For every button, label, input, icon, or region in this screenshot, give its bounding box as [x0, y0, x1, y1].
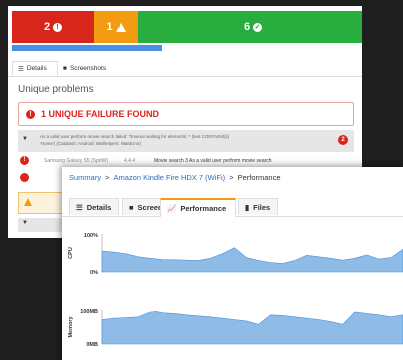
tab-screenshots[interactable]: ■ Screenshots	[58, 61, 120, 76]
tab-details[interactable]: ☰ Details	[12, 61, 58, 76]
list-icon: ☰	[76, 202, 83, 212]
os-version: 4.4.4	[124, 158, 136, 164]
file-icon: ▮	[245, 202, 250, 212]
back-tab-bar: ☰ Details ■ Screenshots	[8, 58, 362, 77]
y-axis-label: CPU	[68, 247, 74, 259]
progress-bar-track	[162, 45, 362, 51]
caret-down-icon[interactable]: ▼	[22, 220, 28, 226]
cpu-area-series	[101, 247, 403, 273]
tab-label: Performance	[180, 204, 227, 213]
tab-files[interactable]: ▮ Files	[238, 198, 278, 215]
y-tick-min: 0%	[90, 270, 98, 276]
y-axis-label: Memory	[68, 316, 74, 338]
failed-count: 2	[43, 21, 51, 33]
tab-label: Details	[26, 65, 47, 72]
failure-banner: ! 1 UNIQUE FAILURE FOUND	[18, 102, 354, 126]
failed-count-segment[interactable]: 2 !	[12, 11, 94, 43]
y-tick-max: 100%	[84, 233, 98, 239]
failure-banner-text: 1 UNIQUE FAILURE FOUND	[41, 109, 160, 119]
breadcrumb: Summary > Amazon Kindle Fire HDX 7 (WiFi) >…	[69, 173, 281, 182]
breadcrumb-current: Performance	[237, 173, 281, 182]
warning-triangle-icon	[24, 198, 32, 206]
warning-count-segment[interactable]: 1 !	[94, 11, 138, 43]
y-tick-min: 0MB	[86, 342, 98, 348]
warning-count: 1	[106, 21, 113, 33]
caret-down-icon[interactable]: ▼	[22, 136, 28, 142]
progress-bar-fill	[12, 45, 162, 51]
memory-area-series	[101, 311, 403, 345]
unique-problems-heading: Unique problems	[18, 84, 94, 95]
performance-charts-svg: 100% 0% CPU 100MB 0MB Memory	[68, 233, 403, 348]
warning-triangle-icon: !	[115, 22, 126, 32]
list-icon: ☰	[18, 65, 24, 73]
exclamation-icon: !	[53, 22, 63, 32]
tab-performance[interactable]: 📈 Performance	[160, 198, 236, 217]
breadcrumb-device-link[interactable]: Amazon Kindle Fire HDX 7 (WiFi)	[113, 173, 225, 182]
checkmark-icon: ✓	[253, 22, 263, 32]
camera-icon: ■	[129, 202, 134, 212]
camera-icon: ■	[63, 65, 67, 72]
device-name: Samsung Galaxy S5 (SprtW)	[44, 158, 109, 164]
passed-count-segment[interactable]: 6 ✓	[138, 11, 362, 43]
front-tab-bar: ☰ Details ■ Screenshots 📈 Performance ▮ …	[62, 196, 403, 217]
problem-count-badge: 2	[338, 135, 348, 145]
y-tick-max: 100MB	[80, 309, 98, 315]
passed-count: 6	[243, 21, 251, 33]
problem-message-line2: 'Home') (Catalash: Android: Walhelpers: …	[40, 141, 142, 146]
problem-row[interactable]: ▼ As a valid user perform movie search f…	[18, 130, 354, 152]
tab-label: Screenshots	[69, 65, 107, 72]
breadcrumb-separator: >	[229, 173, 234, 182]
chart-icon: 📈	[167, 204, 177, 213]
test-name[interactable]: Movie search 3 As a valid user perform m…	[154, 158, 272, 164]
tab-details[interactable]: ☰ Details	[69, 198, 119, 215]
device-performance-panel: Summary > Amazon Kindle Fire HDX 7 (WiFi) >…	[62, 167, 403, 360]
exclamation-icon	[20, 173, 29, 182]
breadcrumb-separator: >	[105, 173, 110, 182]
exclamation-icon: !	[20, 156, 29, 165]
device-result-row[interactable]: ! Samsung Galaxy S5 (SprtW) 4.4.4 Movie …	[18, 154, 354, 168]
tab-label: Details	[86, 202, 112, 212]
tab-label: Files	[253, 202, 271, 212]
performance-charts: 100% 0% CPU 100MB 0MB Memory	[62, 220, 403, 360]
problem-message-line1: As a valid user perform movie search fai…	[40, 134, 230, 139]
exclamation-icon: !	[26, 109, 35, 119]
result-summary-bar: 2 ! 1 ! 6 ✓	[12, 11, 362, 43]
breadcrumb-summary-link[interactable]: Summary	[69, 173, 101, 182]
